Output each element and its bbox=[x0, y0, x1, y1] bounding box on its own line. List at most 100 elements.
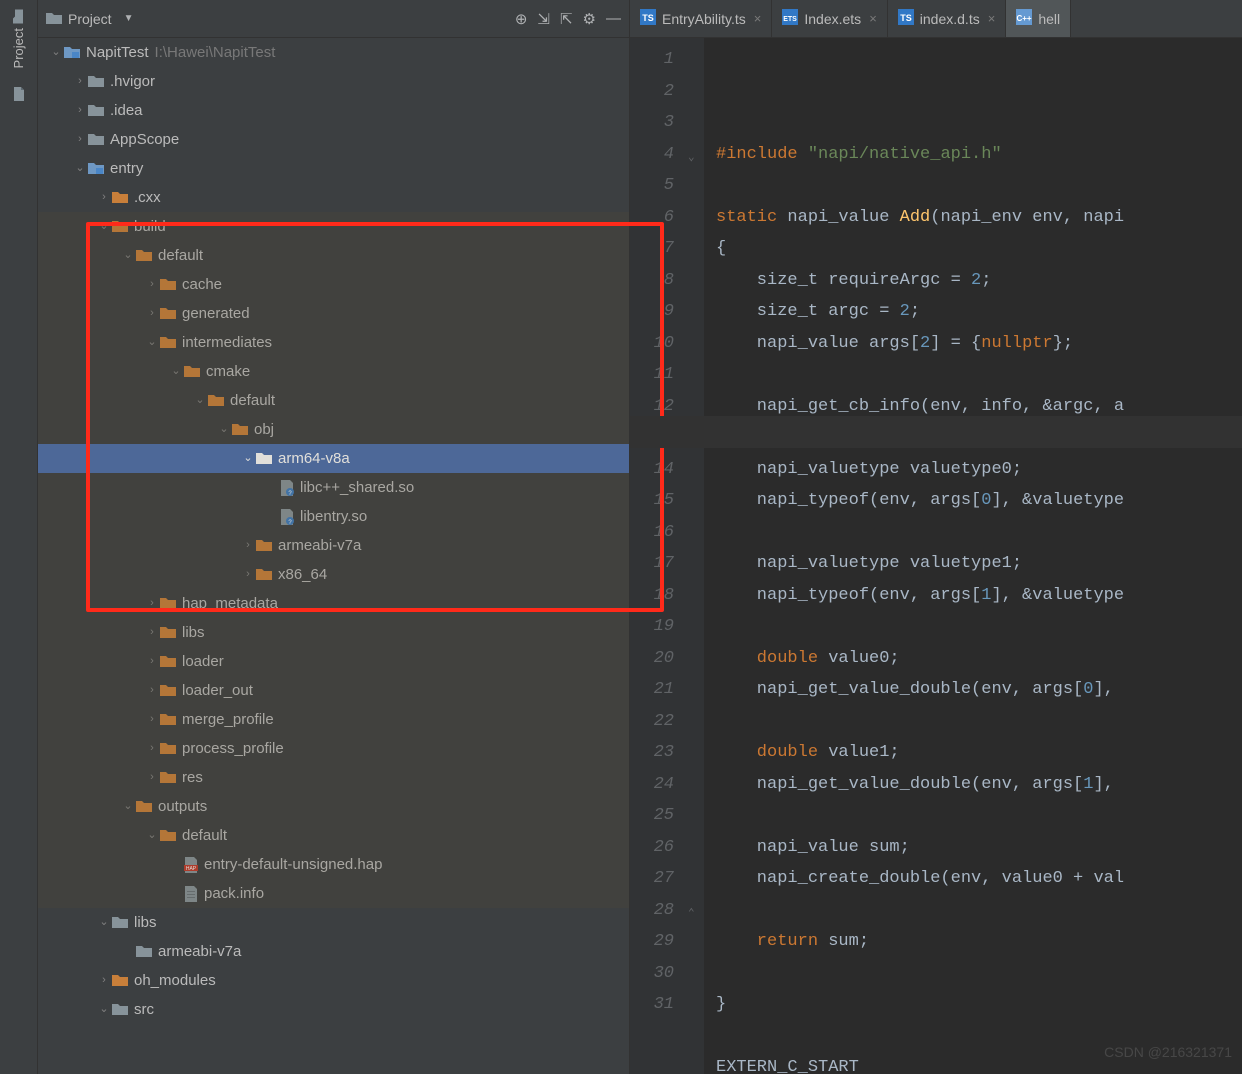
code-line[interactable]: napi_value sum; bbox=[716, 832, 1242, 864]
chevron-right-icon[interactable]: › bbox=[144, 734, 160, 763]
line-number[interactable]: 30 bbox=[630, 958, 674, 990]
code-line[interactable]: napi_get_value_double(env, args[1], bbox=[716, 769, 1242, 801]
tree-row[interactable]: ?libentry.so bbox=[38, 502, 629, 531]
line-number[interactable]: 18 bbox=[630, 580, 674, 612]
tree-row[interactable]: ›libs bbox=[38, 618, 629, 647]
tree-row[interactable]: ›hap_metadata bbox=[38, 589, 629, 618]
code-line[interactable] bbox=[716, 422, 1242, 454]
code-line[interactable] bbox=[716, 517, 1242, 549]
line-number[interactable]: 24 bbox=[630, 769, 674, 801]
project-tool-tab[interactable]: Project bbox=[7, 0, 30, 78]
line-number[interactable]: 7 bbox=[630, 233, 674, 265]
tree-row[interactable]: ›.hvigor bbox=[38, 67, 629, 96]
fold-toggle-icon[interactable]: ⌄ bbox=[688, 143, 695, 175]
chevron-right-icon[interactable]: › bbox=[144, 705, 160, 734]
code-line[interactable]: napi_get_cb_info(env, info, &argc, a bbox=[716, 391, 1242, 423]
tree-row[interactable]: ›x86_64 bbox=[38, 560, 629, 589]
editor-tab[interactable]: C++hell bbox=[1006, 0, 1071, 37]
chevron-down-icon[interactable]: ⌄ bbox=[72, 154, 88, 183]
line-number[interactable]: 21 bbox=[630, 674, 674, 706]
tree-row[interactable]: ⌄build bbox=[38, 212, 629, 241]
line-number[interactable]: 29 bbox=[630, 926, 674, 958]
collapse-all-icon[interactable]: ⇱ bbox=[560, 10, 573, 28]
code-line[interactable]: napi_create_double(env, value0 + val bbox=[716, 863, 1242, 895]
chevron-down-icon[interactable]: ⌄ bbox=[144, 328, 160, 357]
code-line[interactable] bbox=[716, 706, 1242, 738]
code-line[interactable]: static napi_value Add(napi_env env, napi bbox=[716, 202, 1242, 234]
code-line[interactable]: napi_valuetype valuetype0; bbox=[716, 454, 1242, 486]
chevron-down-icon[interactable]: ⌄ bbox=[96, 212, 112, 241]
tree-row[interactable]: ›loader_out bbox=[38, 676, 629, 705]
chevron-right-icon[interactable]: › bbox=[144, 763, 160, 792]
line-gutter[interactable]: 1234567891011121314151617181920212223242… bbox=[630, 38, 686, 1074]
tree-row[interactable]: ⌄default bbox=[38, 386, 629, 415]
line-number[interactable]: 25 bbox=[630, 800, 674, 832]
project-view-selector[interactable]: Project ▼ bbox=[46, 11, 133, 27]
line-number[interactable]: 5 bbox=[630, 170, 674, 202]
code-line[interactable]: napi_valuetype valuetype1; bbox=[716, 548, 1242, 580]
chevron-down-icon[interactable]: ⌄ bbox=[216, 415, 232, 444]
code-line[interactable] bbox=[716, 895, 1242, 927]
chevron-down-icon[interactable]: ⌄ bbox=[96, 995, 112, 1024]
tree-row[interactable]: ›loader bbox=[38, 647, 629, 676]
chevron-down-icon[interactable]: ⌄ bbox=[48, 38, 64, 67]
chevron-right-icon[interactable]: › bbox=[240, 531, 256, 560]
code-line[interactable]: return sum; bbox=[716, 926, 1242, 958]
line-number[interactable]: 11 bbox=[630, 359, 674, 391]
line-number[interactable]: 16 bbox=[630, 517, 674, 549]
chevron-right-icon[interactable]: › bbox=[96, 966, 112, 995]
tree-row[interactable]: ⌄cmake bbox=[38, 357, 629, 386]
chevron-down-icon[interactable]: ⌄ bbox=[144, 821, 160, 850]
line-number[interactable]: 10 bbox=[630, 328, 674, 360]
chevron-down-icon[interactable]: ⌄ bbox=[96, 908, 112, 937]
tree-row[interactable]: ⌄default bbox=[38, 241, 629, 270]
tree-row[interactable]: ⌄arm64-v8a bbox=[38, 444, 629, 473]
code-line[interactable]: EXTERN_C_START bbox=[716, 1052, 1242, 1074]
gear-icon[interactable]: ⚙ bbox=[583, 10, 596, 28]
line-number[interactable]: 6 bbox=[630, 202, 674, 234]
editor-tab[interactable]: TSEntryAbility.ts× bbox=[630, 0, 772, 37]
code-line[interactable]: napi_value args[2] = {nullptr}; bbox=[716, 328, 1242, 360]
hide-icon[interactable]: — bbox=[606, 10, 621, 28]
tree-row[interactable]: ›generated bbox=[38, 299, 629, 328]
code-line[interactable]: size_t argc = 2; bbox=[716, 296, 1242, 328]
line-number[interactable]: 9 bbox=[630, 296, 674, 328]
tree-row[interactable]: ›oh_modules bbox=[38, 966, 629, 995]
chevron-right-icon[interactable]: › bbox=[240, 560, 256, 589]
chevron-down-icon[interactable]: ⌄ bbox=[240, 444, 256, 473]
line-number[interactable]: 15 bbox=[630, 485, 674, 517]
code-line[interactable]: napi_get_value_double(env, args[0], bbox=[716, 674, 1242, 706]
code-line[interactable] bbox=[716, 170, 1242, 202]
code-line[interactable] bbox=[716, 611, 1242, 643]
expand-all-icon[interactable]: ⇲ bbox=[537, 10, 550, 28]
project-tree[interactable]: ⌄NapitTestI:\Hawei\NapitTest›.hvigor›.id… bbox=[38, 38, 629, 1074]
line-number[interactable]: 31 bbox=[630, 989, 674, 1021]
chevron-right-icon[interactable]: › bbox=[72, 96, 88, 125]
close-icon[interactable]: × bbox=[869, 11, 877, 26]
editor-tab[interactable]: TSindex.d.ts× bbox=[888, 0, 1007, 37]
code-line[interactable]: size_t requireArgc = 2; bbox=[716, 265, 1242, 297]
tree-row[interactable]: ›.idea bbox=[38, 96, 629, 125]
tree-row[interactable]: ⌄default bbox=[38, 821, 629, 850]
tree-row[interactable]: HAPentry-default-unsigned.hap bbox=[38, 850, 629, 879]
line-number[interactable]: 28 bbox=[630, 895, 674, 927]
recent-file-icon[interactable] bbox=[11, 86, 27, 105]
code-line[interactable]: { bbox=[716, 233, 1242, 265]
line-number[interactable]: 27 bbox=[630, 863, 674, 895]
line-number[interactable]: 23 bbox=[630, 737, 674, 769]
chevron-right-icon[interactable]: › bbox=[144, 618, 160, 647]
chevron-down-icon[interactable]: ⌄ bbox=[120, 792, 136, 821]
code-line[interactable] bbox=[716, 800, 1242, 832]
chevron-down-icon[interactable]: ⌄ bbox=[120, 241, 136, 270]
line-number[interactable]: 2 bbox=[630, 76, 674, 108]
line-number[interactable]: 3 bbox=[630, 107, 674, 139]
tree-row[interactable]: ⌄outputs bbox=[38, 792, 629, 821]
chevron-right-icon[interactable]: › bbox=[72, 67, 88, 96]
tree-row[interactable]: ⌄obj bbox=[38, 415, 629, 444]
close-icon[interactable]: × bbox=[754, 11, 762, 26]
chevron-down-icon[interactable]: ⌄ bbox=[168, 357, 184, 386]
chevron-right-icon[interactable]: › bbox=[144, 676, 160, 705]
tree-row[interactable]: pack.info bbox=[38, 879, 629, 908]
tree-row[interactable]: ?libc++_shared.so bbox=[38, 473, 629, 502]
tree-row[interactable]: ›.cxx bbox=[38, 183, 629, 212]
